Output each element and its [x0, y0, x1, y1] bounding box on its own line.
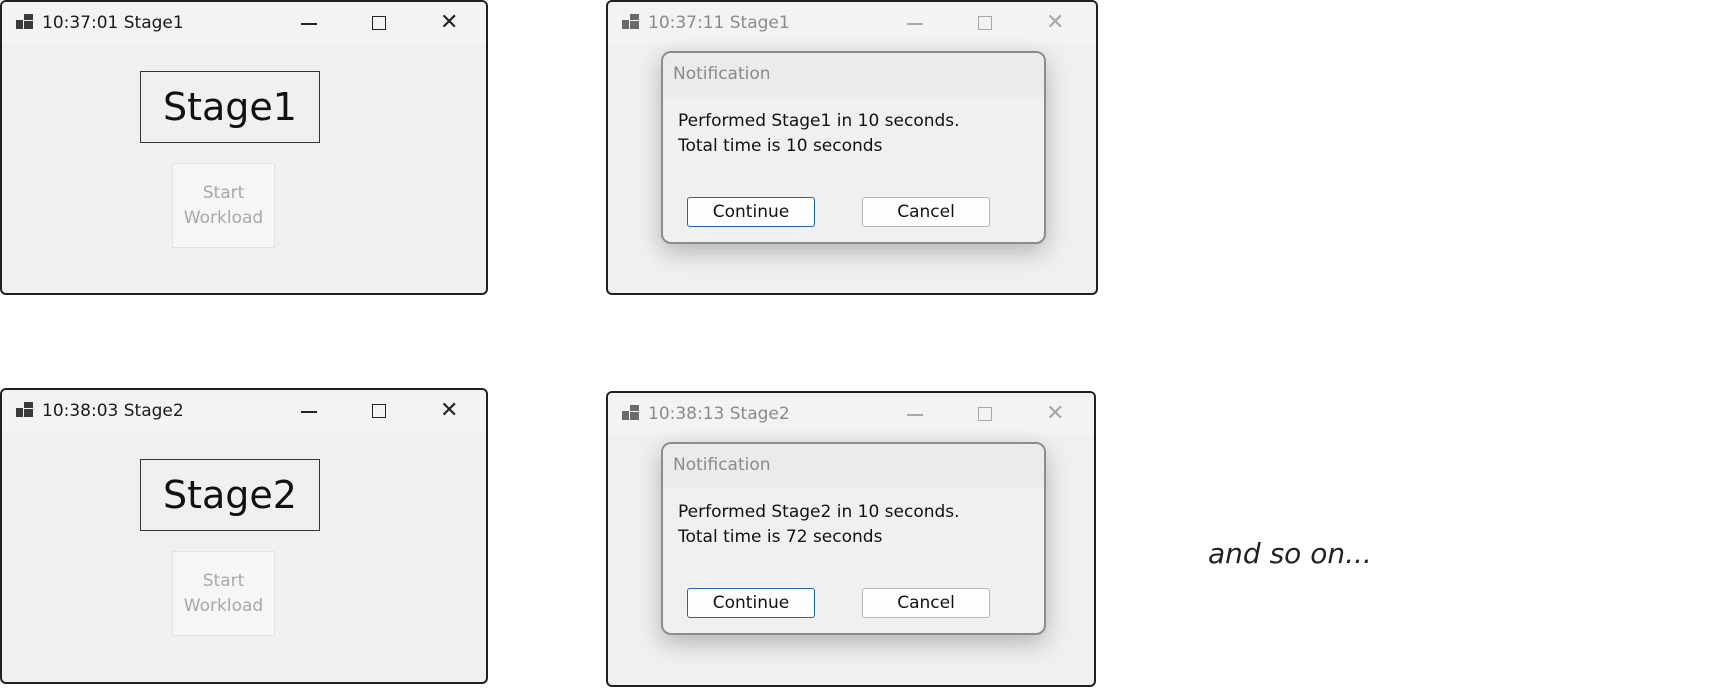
- close-icon: ✕: [440, 398, 459, 423]
- minimize-button[interactable]: [903, 12, 927, 34]
- app-windows-icon: [16, 402, 33, 418]
- maximize-button[interactable]: [973, 403, 997, 425]
- close-icon: ✕: [440, 10, 459, 35]
- title-bar[interactable]: 10:37:11 Stage1 ✕: [608, 2, 1096, 44]
- dialog-message-line1: Performed Stage1 in 10 seconds.: [678, 111, 960, 131]
- start-workload-label-line1: Start: [202, 182, 245, 203]
- notification-dialog: Notification Performed Stage1 in 10 seco…: [661, 51, 1046, 244]
- and-so-on-caption: and so on...: [1208, 537, 1372, 570]
- stage2-notification-window: 10:38:13 Stage2 ✕ Notification Performed…: [606, 391, 1096, 687]
- continue-button[interactable]: Continue: [687, 197, 815, 227]
- stage2-window: 10:38:03 Stage2 ✕ Stage2 Start Workload: [0, 388, 488, 684]
- dialog-title-bar[interactable]: Notification: [663, 444, 1044, 488]
- dialog-title: Notification: [673, 64, 771, 84]
- notification-dialog: Notification Performed Stage2 in 10 seco…: [661, 442, 1046, 635]
- close-button[interactable]: ✕: [1044, 12, 1068, 34]
- minimize-icon: [907, 414, 923, 416]
- app-windows-icon: [622, 405, 639, 421]
- app-windows-icon: [622, 14, 639, 30]
- dialog-message: Performed Stage1 in 10 seconds. Total ti…: [678, 109, 960, 159]
- title-bar[interactable]: 10:37:01 Stage1 ✕: [2, 2, 486, 44]
- continue-button[interactable]: Continue: [687, 588, 815, 618]
- start-workload-label-line2: Workload: [183, 207, 264, 228]
- start-workload-label-line2: Workload: [183, 595, 264, 616]
- cancel-button[interactable]: Cancel: [862, 588, 990, 618]
- window-title: 10:37:11 Stage1: [648, 13, 790, 33]
- minimize-button[interactable]: [903, 403, 927, 425]
- window-title: 10:38:03 Stage2: [42, 401, 184, 421]
- maximize-button[interactable]: [367, 12, 391, 34]
- dialog-title-bar[interactable]: Notification: [663, 53, 1044, 97]
- minimize-icon: [301, 411, 317, 413]
- close-icon: ✕: [1046, 10, 1065, 35]
- maximize-icon: [978, 407, 992, 421]
- maximize-icon: [372, 16, 386, 30]
- dialog-message-line2: Total time is 10 seconds: [678, 136, 883, 156]
- start-workload-label-line1: Start: [202, 570, 245, 591]
- window-title: 10:38:13 Stage2: [648, 404, 790, 424]
- minimize-button[interactable]: [297, 12, 321, 34]
- title-bar[interactable]: 10:38:13 Stage2 ✕: [608, 393, 1094, 435]
- minimize-icon: [907, 23, 923, 25]
- start-workload-button[interactable]: Start Workload: [172, 163, 275, 248]
- maximize-icon: [372, 404, 386, 418]
- stage1-window: 10:37:01 Stage1 ✕ Stage1 Start Workload: [0, 0, 488, 295]
- dialog-message-line2: Total time is 72 seconds: [678, 527, 883, 547]
- window-title: 10:37:01 Stage1: [42, 13, 184, 33]
- close-icon: ✕: [1046, 401, 1065, 426]
- close-button[interactable]: ✕: [1044, 403, 1068, 425]
- close-button[interactable]: ✕: [438, 400, 462, 422]
- dialog-message-line1: Performed Stage2 in 10 seconds.: [678, 502, 960, 522]
- dialog-title: Notification: [673, 455, 771, 475]
- minimize-icon: [301, 23, 317, 25]
- dialog-message: Performed Stage2 in 10 seconds. Total ti…: [678, 500, 960, 550]
- minimize-button[interactable]: [297, 400, 321, 422]
- stage-label-box: Stage1: [140, 71, 320, 143]
- cancel-button[interactable]: Cancel: [862, 197, 990, 227]
- close-button[interactable]: ✕: [438, 12, 462, 34]
- start-workload-button[interactable]: Start Workload: [172, 551, 275, 636]
- maximize-button[interactable]: [973, 12, 997, 34]
- stage1-notification-window: 10:37:11 Stage1 ✕ Notification Performed…: [606, 0, 1098, 295]
- stage-label-box: Stage2: [140, 459, 320, 531]
- maximize-button[interactable]: [367, 400, 391, 422]
- maximize-icon: [978, 16, 992, 30]
- title-bar[interactable]: 10:38:03 Stage2 ✕: [2, 390, 486, 432]
- app-windows-icon: [16, 14, 33, 30]
